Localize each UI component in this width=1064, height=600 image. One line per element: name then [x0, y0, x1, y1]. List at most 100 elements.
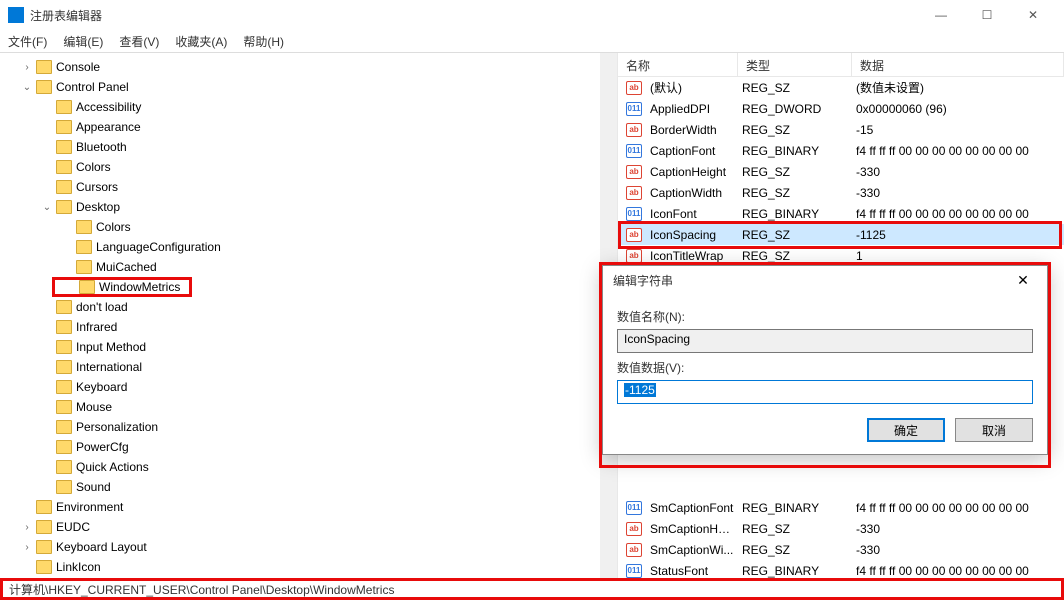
tree-node-eudc[interactable]: ›EUDC: [20, 517, 617, 537]
string-icon: ab: [626, 249, 642, 263]
tree-node[interactable]: Keyboard: [40, 377, 617, 397]
string-icon: ab: [626, 228, 642, 242]
tree-node[interactable]: Colors: [40, 157, 617, 177]
folder-icon: [56, 160, 72, 174]
col-data[interactable]: 数据: [852, 53, 1064, 76]
list-row[interactable]: 011IconFontREG_BINARYf4 ff ff ff 00 00 0…: [618, 203, 1064, 224]
folder-icon: [56, 200, 72, 214]
tree-node[interactable]: Appearance: [40, 117, 617, 137]
value-name-label: 数值名称(N):: [617, 308, 1033, 325]
dialog-titlebar: 编辑字符串 ✕: [603, 266, 1047, 294]
list-row[interactable]: abCaptionWidthREG_SZ-330: [618, 182, 1064, 203]
tree-node[interactable]: LanguageConfiguration: [60, 237, 617, 257]
close-button[interactable]: ✕: [1010, 0, 1056, 30]
list-row[interactable]: abIconSpacingREG_SZ-1125: [618, 224, 1064, 245]
binary-icon: 011: [626, 501, 642, 515]
tree-pane[interactable]: ›Console ⌄Control Panel Accessibility Ap…: [0, 53, 618, 578]
list-row[interactable]: 011AppliedDPIREG_DWORD0x00000060 (96): [618, 98, 1064, 119]
tree-node-linkicon[interactable]: LinkIcon: [20, 557, 617, 577]
folder-icon: [56, 120, 72, 134]
maximize-button[interactable]: ☐: [964, 0, 1010, 30]
binary-icon: 011: [626, 144, 642, 158]
folder-icon: [36, 560, 52, 574]
menu-view[interactable]: 查看(V): [119, 33, 159, 50]
window-title: 注册表编辑器: [30, 7, 918, 24]
cancel-button[interactable]: 取消: [955, 418, 1033, 442]
string-icon: ab: [626, 123, 642, 137]
list-row[interactable]: abBorderWidthREG_SZ-15: [618, 119, 1064, 140]
value-data-label: 数值数据(V):: [617, 359, 1033, 376]
string-icon: ab: [626, 522, 642, 536]
tree-node-environment[interactable]: Environment: [20, 497, 617, 517]
tree-node-keyboard-layout[interactable]: ›Keyboard Layout: [20, 537, 617, 557]
folder-icon: [56, 420, 72, 434]
dialog-close-button[interactable]: ✕: [1009, 266, 1037, 294]
tree-node[interactable]: Infrared: [40, 317, 617, 337]
folder-icon: [56, 440, 72, 454]
list-row[interactable]: 011CaptionFontREG_BINARYf4 ff ff ff 00 0…: [618, 140, 1064, 161]
folder-icon: [36, 500, 52, 514]
folder-icon: [56, 320, 72, 334]
tree-node[interactable]: Input Method: [40, 337, 617, 357]
binary-icon: 011: [626, 207, 642, 221]
string-icon: ab: [626, 81, 642, 95]
menu-edit[interactable]: 编辑(E): [63, 33, 103, 50]
list-row[interactable]: abSmCaptionWi...REG_SZ-330: [618, 539, 1064, 560]
list-row[interactable]: 011StatusFontREG_BINARYf4 ff ff ff 00 00…: [618, 560, 1064, 578]
string-icon: ab: [626, 186, 642, 200]
value-data-input[interactable]: -1125: [617, 380, 1033, 404]
tree-node[interactable]: Cursors: [40, 177, 617, 197]
tree-node[interactable]: Quick Actions: [40, 457, 617, 477]
tree-node-windowmetrics[interactable]: WindowMetrics: [52, 277, 192, 297]
folder-icon: [56, 460, 72, 474]
list-row[interactable]: 011SmCaptionFontREG_BINARYf4 ff ff ff 00…: [618, 497, 1064, 518]
tree-node[interactable]: Mouse: [40, 397, 617, 417]
menu-help[interactable]: 帮助(H): [243, 33, 284, 50]
folder-icon: [56, 180, 72, 194]
minimize-button[interactable]: —: [918, 0, 964, 30]
tree-node[interactable]: don't load: [40, 297, 617, 317]
tree-node[interactable]: MuiCached: [60, 257, 617, 277]
list-row[interactable]: [618, 476, 1064, 497]
menu-favorites[interactable]: 收藏夹(A): [175, 33, 227, 50]
tree-node[interactable]: Bluetooth: [40, 137, 617, 157]
folder-icon: [36, 520, 52, 534]
list-row[interactable]: abSmCaptionHei...REG_SZ-330: [618, 518, 1064, 539]
folder-icon: [79, 280, 95, 294]
tree-node[interactable]: PowerCfg: [40, 437, 617, 457]
status-bar-path: 计算机\HKEY_CURRENT_USER\Control Panel\Desk…: [0, 578, 1064, 600]
folder-icon: [76, 260, 92, 274]
folder-icon: [56, 100, 72, 114]
value-name-input[interactable]: IconSpacing: [617, 329, 1033, 353]
list-row[interactable]: [618, 455, 1064, 476]
tree-node-control-panel[interactable]: ⌄Control Panel: [20, 77, 617, 97]
menu-file[interactable]: 文件(F): [8, 33, 47, 50]
tree-node[interactable]: Personalization: [40, 417, 617, 437]
folder-icon: [76, 240, 92, 254]
folder-icon: [56, 480, 72, 494]
folder-icon: [56, 360, 72, 374]
folder-icon: [36, 80, 52, 94]
titlebar: 注册表编辑器 — ☐ ✕: [0, 0, 1064, 30]
folder-icon: [36, 60, 52, 74]
ok-button[interactable]: 确定: [867, 418, 945, 442]
col-name[interactable]: 名称: [618, 53, 738, 76]
tree-node[interactable]: Sound: [40, 477, 617, 497]
tree-node[interactable]: Colors: [60, 217, 617, 237]
folder-icon: [56, 300, 72, 314]
folder-icon: [56, 340, 72, 354]
folder-icon: [56, 380, 72, 394]
folder-icon: [56, 400, 72, 414]
string-icon: ab: [626, 543, 642, 557]
tree-node-desktop[interactable]: ⌄Desktop: [40, 197, 617, 217]
list-row[interactable]: abCaptionHeightREG_SZ-330: [618, 161, 1064, 182]
col-type[interactable]: 类型: [738, 53, 852, 76]
list-row[interactable]: abIconTitleWrapREG_SZ1: [618, 245, 1064, 266]
tree-node-console[interactable]: ›Console: [20, 57, 617, 77]
folder-icon: [36, 540, 52, 554]
tree-node[interactable]: International: [40, 357, 617, 377]
binary-icon: 011: [626, 102, 642, 116]
binary-icon: 011: [626, 564, 642, 578]
list-row[interactable]: ab(默认)REG_SZ(数值未设置): [618, 77, 1064, 98]
tree-node[interactable]: Accessibility: [40, 97, 617, 117]
